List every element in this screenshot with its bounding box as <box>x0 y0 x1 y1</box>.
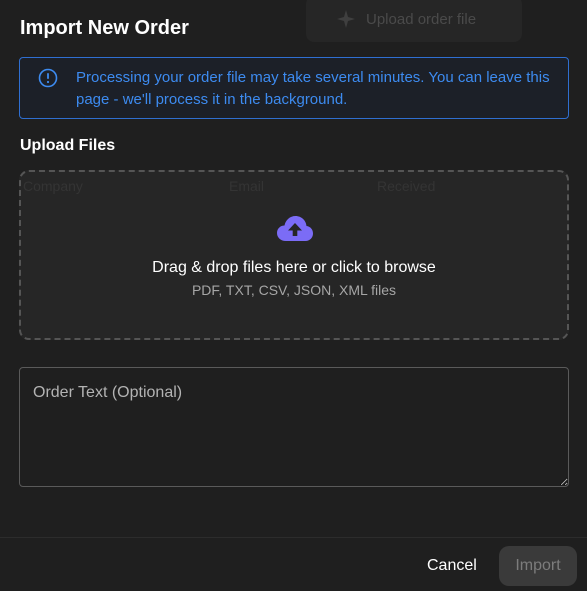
dropzone-formats: PDF, TXT, CSV, JSON, XML files <box>191 282 397 298</box>
background-table-header-cell: Company <box>23 178 83 194</box>
order-text-field[interactable] <box>19 367 569 487</box>
alert-message: Processing your order file may take seve… <box>76 69 550 108</box>
info-icon <box>38 68 58 88</box>
import-order-modal: Upload order file Import New Order Proce… <box>0 0 587 591</box>
background-upload-button-label: Upload order file <box>366 10 477 28</box>
dropzone-prompt: Drag & drop files here or click to brows… <box>152 259 436 276</box>
cloud-upload-icon <box>277 216 313 241</box>
info-alert: Processing your order file may take seve… <box>19 57 569 119</box>
background-table-header-cell: Received <box>377 178 436 194</box>
sparkle-icon <box>337 10 355 28</box>
background-upload-button: Upload order file <box>306 0 522 42</box>
cancel-button[interactable]: Cancel <box>415 551 489 581</box>
upload-files-label: Upload Files <box>20 137 116 154</box>
modal-title: Import New Order <box>20 17 189 39</box>
background-table-header-cell: Email <box>229 178 265 194</box>
import-button[interactable]: Import <box>499 546 577 586</box>
footer-divider <box>0 537 587 538</box>
file-dropzone[interactable]: Company Email Received Drag & drop files… <box>19 170 569 340</box>
